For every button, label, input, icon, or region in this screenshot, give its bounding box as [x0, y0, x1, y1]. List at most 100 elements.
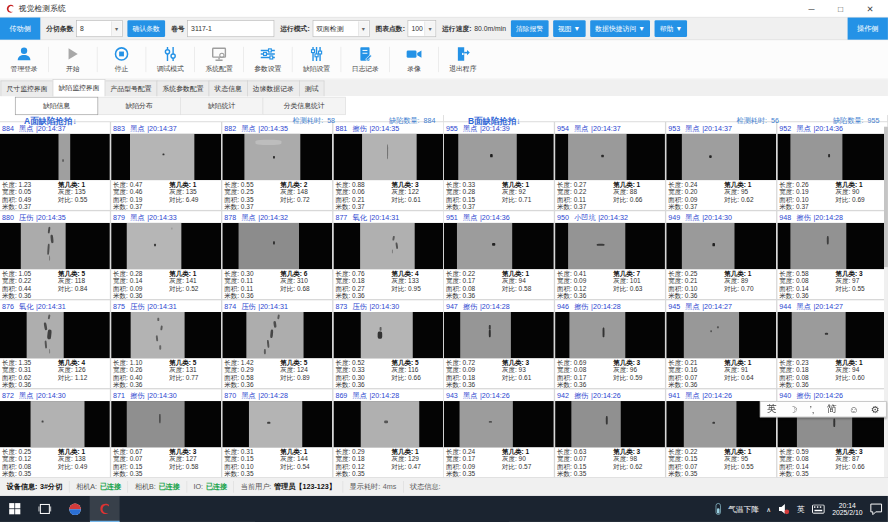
defect-image[interactable] — [555, 312, 665, 358]
view-menu-button[interactable]: 视图 ▼ — [553, 20, 586, 37]
touch-keyboard-icon[interactable] — [812, 504, 825, 514]
defect-image[interactable] — [333, 312, 443, 358]
subtab-分类信息统计[interactable]: 分类信息统计 — [263, 97, 346, 115]
toolbar-button-slidersh[interactable]: 参数设置 — [244, 40, 292, 78]
tab-测试[interactable]: 测试 — [299, 81, 324, 97]
toolbar-button-slidersv[interactable]: 缺陷设置 — [293, 40, 341, 78]
ime-item[interactable]: ⚙ — [871, 403, 880, 415]
run-mode-select[interactable]: 双面检测▼ — [312, 20, 369, 37]
defect-image[interactable] — [222, 401, 332, 447]
defect-cell-952[interactable]: 952黑点|20:14:36长度: 0.26宽度: 0.19面积: 0.10米数… — [777, 122, 887, 210]
defect-cell-943[interactable]: 943黑点|20:14:26长度: 0.24宽度: 0.17面积: 0.09米数… — [444, 389, 554, 477]
defect-image[interactable] — [333, 134, 443, 180]
toolbar-button-exit[interactable]: 退出程序 — [439, 40, 487, 78]
tray-chevron-icon[interactable]: ∧ — [766, 505, 771, 512]
roll-number-input[interactable]: 3117-1 — [187, 20, 274, 37]
defect-image[interactable] — [666, 312, 776, 358]
defect-image[interactable] — [666, 223, 776, 269]
defect-image[interactable] — [444, 401, 554, 447]
data-quick-access-button[interactable]: 数据快捷访问 ▼ — [590, 20, 650, 37]
tab-产品型号配置[interactable]: 产品型号配置 — [105, 81, 158, 97]
close-button[interactable]: ✕ — [867, 4, 874, 14]
tab-系统参数配置[interactable]: 系统参数配置 — [157, 81, 210, 97]
minimize-button[interactable]: ─ — [809, 4, 815, 14]
defect-image[interactable] — [333, 401, 443, 447]
confirm-count-button[interactable]: 确认条数 — [127, 20, 165, 37]
ime-item[interactable]: ☺ — [849, 404, 859, 415]
defect-cell-942[interactable]: 942擦伤|20:14:26长度: 0.63宽度: 0.07面积: 0.15米数… — [555, 389, 665, 477]
taskbar-app-inspection-icon[interactable] — [90, 496, 120, 522]
panel-b-scrollbar[interactable] — [884, 127, 888, 477]
defect-image[interactable] — [666, 134, 776, 180]
defect-image[interactable] — [555, 134, 665, 180]
toolbar-button-stop[interactable]: 停止 — [98, 40, 146, 78]
toolbar-button-tunev[interactable]: 调试模式 — [146, 40, 194, 78]
help-menu-button[interactable]: 帮助 ▼ — [655, 20, 688, 37]
tab-状态信息[interactable]: 状态信息 — [209, 81, 248, 97]
taskbar-clock[interactable]: 20:14 2025/2/10 — [832, 501, 862, 517]
defect-image[interactable] — [777, 134, 887, 180]
defect-cell-882[interactable]: 882黑点|20:14:35长度: 0.55宽度: 0.25面积: 0.35米数… — [222, 122, 332, 210]
maximize-button[interactable]: □ — [838, 4, 843, 14]
start-button[interactable] — [0, 496, 30, 522]
toolbar-button-log[interactable]: 日志记录 — [341, 40, 389, 78]
defect-cell-883[interactable]: 883黑点|20:14:37长度: 0.47宽度: 0.46面积: 0.19米数… — [111, 122, 221, 210]
defect-cell-945[interactable]: 945黑点|20:14:27长度: 0.21宽度: 0.16面积: 0.07米数… — [666, 300, 776, 388]
defect-cell-877[interactable]: 877氧化|20:14:31长度: 0.76宽度: 0.18面积: 0.27米数… — [333, 211, 443, 299]
defect-cell-950[interactable]: 950小凹坑|20:14:32长度: 0.41宽度: 0.09面积: 0.12米… — [555, 211, 665, 299]
defect-cell-881[interactable]: 881擦伤|20:14:35长度: 0.88宽度: 0.06面积: 0.21米数… — [333, 122, 443, 210]
defect-cell-870[interactable]: 870黑点|20:14:28长度: 0.31宽度: 0.15面积: 0.10米数… — [222, 389, 332, 477]
toolbar-button-play[interactable]: 开始 — [49, 40, 97, 78]
defect-image[interactable] — [444, 223, 554, 269]
tab-缺陷监控界面[interactable]: 缺陷监控界面 — [53, 79, 106, 96]
ime-item[interactable]: ʼ, — [810, 404, 815, 415]
defect-image[interactable] — [111, 401, 221, 447]
clear-alarm-button[interactable]: 清除报警 — [511, 20, 549, 37]
operator-side-button[interactable]: 操作侧 — [848, 18, 888, 40]
defect-image[interactable] — [0, 223, 110, 269]
toolbar-button-monitor[interactable]: 系统配置 — [195, 40, 243, 78]
defect-cell-944[interactable]: 944黑点|20:14:27长度: 0.23宽度: 0.18面积: 0.08米数… — [777, 300, 887, 388]
defect-cell-878[interactable]: 878黑点|20:14:32长度: 0.30宽度: 0.11面积: 0.11米数… — [222, 211, 332, 299]
tab-尺寸监控界面[interactable]: 尺寸监控界面 — [1, 81, 54, 97]
defect-image[interactable] — [0, 134, 110, 180]
defect-cell-871[interactable]: 871擦伤|20:14:30长度: 0.67宽度: 0.07面积: 0.15米数… — [111, 389, 221, 477]
defect-cell-872[interactable]: 872黑点|20:14:30长度: 0.25宽度: 0.12面积: 0.08米数… — [0, 389, 110, 477]
defect-cell-946[interactable]: 946擦伤|20:14:28长度: 0.69宽度: 0.08面积: 0.17米数… — [555, 300, 665, 388]
defect-image[interactable] — [222, 312, 332, 358]
defect-cell-874[interactable]: 874压伤|20:14:31长度: 1.42宽度: 0.29面积: 0.58米数… — [222, 300, 332, 388]
ime-item[interactable]: 英 — [767, 403, 777, 415]
defect-image[interactable] — [444, 312, 554, 358]
defect-image[interactable] — [0, 312, 110, 358]
defect-cell-954[interactable]: 954黑点|20:14:37长度: 0.27宽度: 0.22面积: 0.11米数… — [555, 122, 665, 210]
weather-thermometer-icon[interactable] — [716, 503, 721, 515]
toolbar-button-camera[interactable]: 录像 — [390, 40, 438, 78]
weather-text[interactable]: 气温下降 — [728, 503, 759, 514]
defect-cell-953[interactable]: 953黑点|20:14:37长度: 0.24宽度: 0.20面积: 0.09米数… — [666, 122, 776, 210]
defect-cell-879[interactable]: 879黑点|20:14:33长度: 0.28宽度: 0.14面积: 0.09米数… — [111, 211, 221, 299]
defect-cell-869[interactable]: 869黑点|20:14:28长度: 0.29宽度: 0.18面积: 0.12米数… — [333, 389, 443, 477]
defect-image[interactable] — [111, 223, 221, 269]
defect-cell-873[interactable]: 873压伤|20:14:30长度: 0.52宽度: 0.33面积: 0.30米数… — [333, 300, 443, 388]
drive-side-button[interactable]: 传动侧 — [0, 18, 40, 40]
defect-cell-876[interactable]: 876氧化|20:14:31长度: 1.35宽度: 0.31面积: 0.62米数… — [0, 300, 110, 388]
subtab-缺陷统计[interactable]: 缺陷统计 — [180, 97, 263, 115]
defect-image[interactable] — [0, 401, 110, 447]
task-view-button[interactable] — [30, 496, 60, 522]
defect-cell-880[interactable]: 880压伤|20:14:35长度: 1.05宽度: 0.22面积: 0.44米数… — [0, 211, 110, 299]
defect-image[interactable] — [222, 134, 332, 180]
defect-cell-955[interactable]: 955黑点|20:14:39长度: 0.33宽度: 0.28面积: 0.15米数… — [444, 122, 554, 210]
tab-边缘数据记录[interactable]: 边缘数据记录 — [247, 81, 300, 97]
subtab-缺陷分布[interactable]: 缺陷分布 — [98, 97, 181, 115]
defect-image[interactable] — [444, 134, 554, 180]
slit-count-select[interactable]: 8▼ — [76, 20, 123, 37]
ime-toolbar[interactable]: 英☽ʼ,简☺⚙ — [760, 401, 887, 417]
defect-image[interactable] — [777, 312, 887, 358]
defect-image[interactable] — [555, 401, 665, 447]
defect-cell-884[interactable]: 884黑点|20:14:37长度: 1.23宽度: 0.05面积: 0.49米数… — [0, 122, 110, 210]
defect-cell-875[interactable]: 875压伤|20:14:31长度: 1.10宽度: 0.26面积: 0.40米数… — [111, 300, 221, 388]
defect-image[interactable] — [555, 223, 665, 269]
taskbar-app-browser-icon[interactable] — [60, 496, 90, 522]
defect-cell-947[interactable]: 947擦伤|20:14:28长度: 0.72宽度: 0.09面积: 0.18米数… — [444, 300, 554, 388]
ime-indicator[interactable]: 英 — [797, 503, 805, 514]
